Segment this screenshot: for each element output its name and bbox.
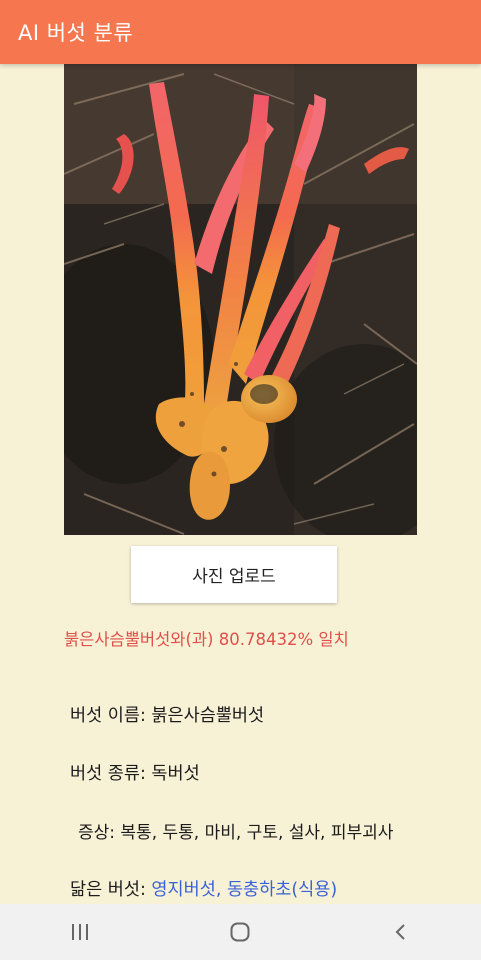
- home-icon: [230, 922, 250, 942]
- symptoms-value: 복통, 두통, 마비, 구토, 설사, 피부괴사: [120, 823, 394, 843]
- symptoms-row: 증상: 복통, 두통, 마비, 구토, 설사, 피부괴사: [78, 818, 393, 843]
- recent-apps-icon: [72, 924, 89, 940]
- mushroom-type-row: 버섯 종류: 독버섯: [70, 760, 200, 785]
- home-button[interactable]: [210, 904, 270, 960]
- upload-photo-button[interactable]: 사진 업로드: [131, 546, 337, 603]
- mushroom-photo: [64, 64, 417, 535]
- similar-mushrooms-row: 닮은 버섯: 영지버섯, 동충하초(식용): [70, 876, 337, 901]
- system-nav-bar: [0, 904, 481, 960]
- type-label: 버섯 종류:: [70, 764, 152, 784]
- type-value: 독버섯: [151, 764, 200, 784]
- classification-result: 붉은사슴뿔버섯와(과) 80.78432% 일치: [64, 630, 349, 649]
- back-button[interactable]: [371, 904, 431, 960]
- recent-apps-button[interactable]: [50, 904, 110, 960]
- similar-value: 영지버섯, 동충하초(식용): [151, 880, 338, 900]
- name-label: 버섯 이름:: [70, 706, 152, 726]
- name-value: 붉은사슴뿔버섯: [151, 706, 265, 726]
- mushroom-name-row: 버섯 이름: 붉은사슴뿔버섯: [70, 702, 264, 727]
- app-bar: AI 버섯 분류: [0, 0, 481, 64]
- app-title: AI 버섯 분류: [18, 21, 134, 45]
- similar-label: 닮은 버섯:: [70, 880, 152, 900]
- back-icon: [395, 924, 405, 940]
- symptoms-label: 증상:: [78, 823, 121, 843]
